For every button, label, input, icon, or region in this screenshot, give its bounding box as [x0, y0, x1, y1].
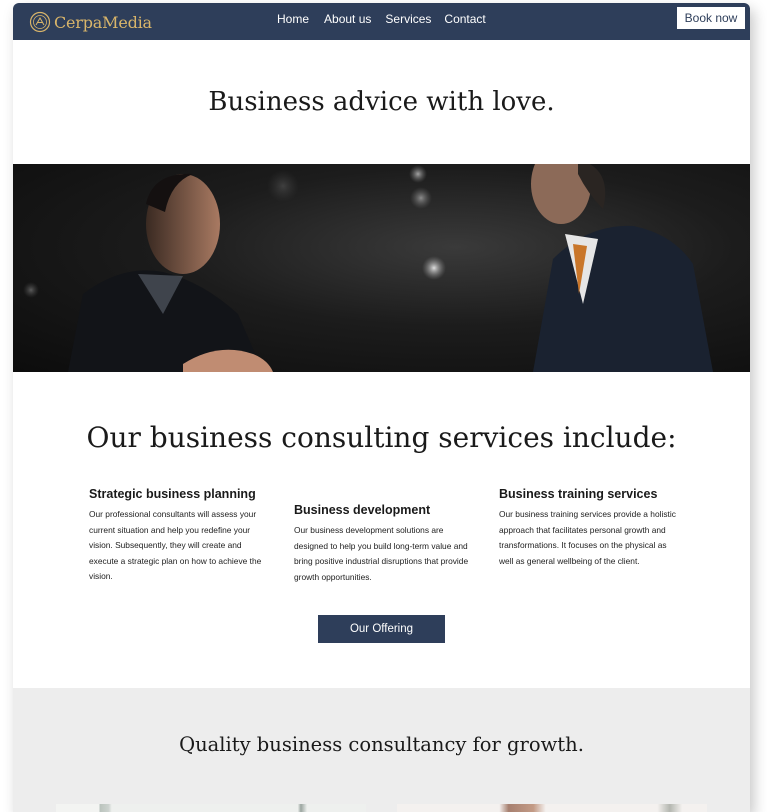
- nav-services-link[interactable]: Services: [385, 12, 431, 26]
- top-nav: CerpaMedia Home About us Services Contac…: [13, 3, 750, 40]
- nav-contact-link[interactable]: Contact: [444, 12, 485, 26]
- service-description: Our business training services provide a…: [499, 509, 676, 566]
- service-heading: Strategic business planning: [89, 487, 256, 501]
- quality-title: Quality business consultancy for growth.: [179, 733, 584, 756]
- service-card-strategic-planning: Strategic business planning Our professi…: [89, 487, 269, 585]
- hero-photo-illustration: [23, 164, 713, 372]
- our-offering-button[interactable]: Our Offering: [318, 615, 445, 643]
- hero-image: [13, 164, 750, 372]
- services-title: Our business consulting services include…: [86, 421, 677, 454]
- service-description: Our professional consultants will assess…: [89, 509, 262, 581]
- quality-image-right: [397, 804, 707, 812]
- service-card-business-development: Business development Our business develo…: [294, 503, 474, 585]
- nav-about-link[interactable]: About us: [324, 12, 371, 26]
- service-heading: Business development: [294, 503, 431, 517]
- quality-section: Quality business consultancy for growth.: [13, 688, 750, 812]
- nav-home-link[interactable]: Home: [277, 12, 309, 26]
- nav-links: Home About us Services Contact: [277, 12, 486, 26]
- service-card-training: Business training services Our business …: [499, 487, 679, 569]
- hero-title: Business advice with love.: [208, 87, 555, 117]
- service-description: Our business development solutions are d…: [294, 525, 469, 582]
- brand-logo-icon: [29, 11, 51, 33]
- book-now-button[interactable]: Book now: [677, 7, 745, 29]
- page: CerpaMedia Home About us Services Contac…: [13, 3, 750, 812]
- service-heading: Business training services: [499, 487, 658, 501]
- quality-image-left: [56, 804, 366, 812]
- brand-logo[interactable]: CerpaMedia: [29, 11, 152, 33]
- brand-name: CerpaMedia: [54, 12, 152, 32]
